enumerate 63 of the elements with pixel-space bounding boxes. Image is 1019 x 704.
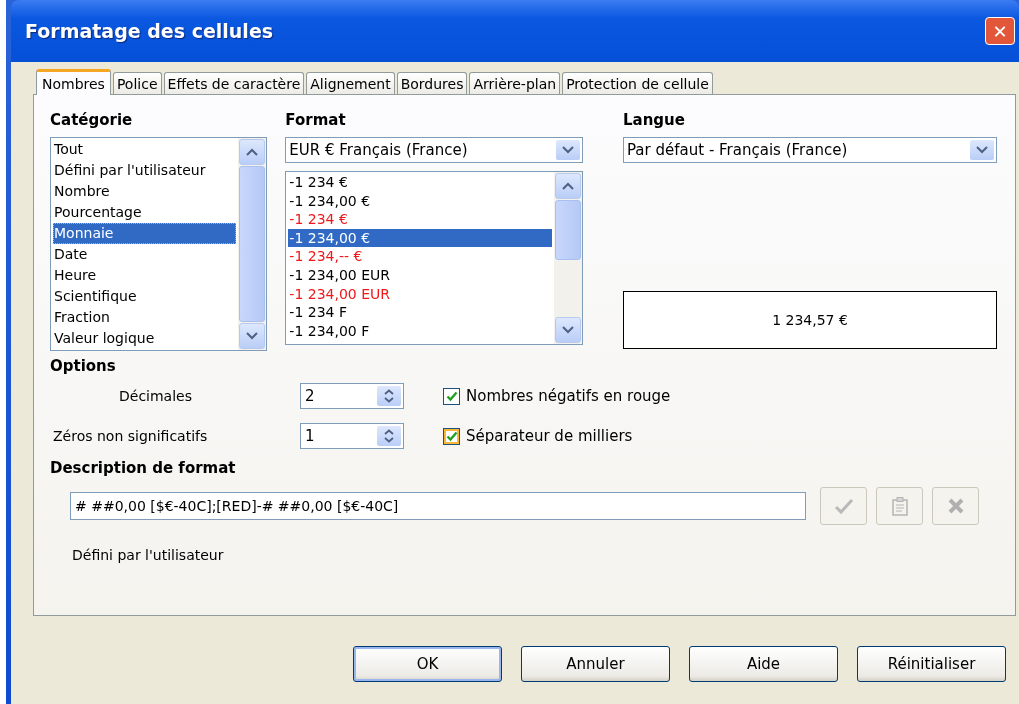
category-list[interactable]: Tout Défini par l'utilisateur Nombre Pourcentage Monnaie Date Heure Scientifique Fraction Valeur logique: [50, 137, 268, 351]
close-button[interactable]: ✕: [985, 17, 1015, 45]
decimals-spin-field[interactable]: 2: [300, 383, 404, 409]
spin-arrows-icon[interactable]: [377, 386, 401, 406]
list-item[interactable]: -1 234 €: [288, 173, 552, 192]
tab[interactable]: Nombres: [36, 69, 111, 95]
clipboard-icon: [890, 496, 909, 516]
checkbox[interactable]: [443, 387, 460, 405]
tab[interactable]: Police: [112, 72, 162, 94]
scroll-up-icon[interactable]: [239, 139, 266, 165]
checkbox-label: Nombres négatifs en rouge: [466, 387, 671, 405]
leading-zeros-spin-field[interactable]: 1: [300, 423, 404, 449]
format-list[interactable]: -1 234 € -1 234,00 € -1 234 € -1 234,00 € -1 234,-- € -1 234,00 EUR -1 234,00 EUR -1 234 F -1 234,00 F: [285, 171, 583, 345]
list-item[interactable]: Pourcentage: [53, 202, 237, 223]
list-item[interactable]: Date: [53, 244, 237, 265]
list-item[interactable]: -1 234,-- €: [288, 247, 552, 266]
section-label: Langue: [623, 111, 686, 131]
checkmark-icon: [832, 497, 855, 515]
delete-icon: [946, 497, 965, 515]
list-item[interactable]: Valeur logique: [53, 328, 237, 349]
tab[interactable]: Protection de cellule: [562, 72, 713, 94]
tab[interactable]: Alignement: [306, 72, 395, 94]
scroll-down-icon[interactable]: [555, 317, 581, 343]
list-item[interactable]: -1 234,00 F: [288, 321, 552, 341]
scroll-down-icon[interactable]: [239, 323, 266, 349]
checkbox[interactable]: [443, 427, 460, 445]
window-title: Formatage des cellules: [25, 20, 274, 42]
list-item[interactable]: Défini par l'utilisateur: [53, 160, 237, 181]
list-item[interactable]: -1 234,00 €: [288, 191, 552, 211]
tab[interactable]: Bordures: [396, 72, 468, 94]
list-item[interactable]: Fraction: [53, 307, 237, 328]
section-label: Catégorie: [50, 111, 134, 131]
preview-box: 1 234,57 €: [623, 291, 997, 349]
dialog-button[interactable]: OK: [353, 646, 502, 682]
dialog-button[interactable]: Aide: [689, 646, 838, 682]
format-comment: Défini par l'utilisateur: [72, 547, 225, 563]
list-item[interactable]: Tout: [53, 139, 237, 160]
field-label: Zéros non significatifs: [52, 428, 208, 444]
tab[interactable]: Arrière-plan: [469, 72, 561, 94]
list-item[interactable]: Heure: [53, 265, 237, 286]
tab[interactable]: Effets de caractère: [163, 72, 305, 94]
language-dropdown[interactable]: Par défaut - Français (France): [623, 137, 997, 163]
list-item[interactable]: -1 234 €: [288, 210, 552, 229]
checkbox-label: Séparateur de milliers: [466, 427, 633, 445]
section-label: Options: [50, 357, 117, 377]
dialog-button[interactable]: Réinitialiser: [857, 646, 1006, 682]
currency-dropdown[interactable]: EUR € Français (France): [285, 137, 583, 163]
dialog-button[interactable]: Annuler: [521, 646, 670, 682]
field-label: Décimales: [118, 388, 192, 404]
section-label: Description de format: [50, 459, 237, 479]
list-item[interactable]: -1 234,00 EUR: [288, 265, 552, 285]
list-item[interactable]: Nombre: [53, 181, 237, 202]
list-item[interactable]: Scientifique: [53, 286, 237, 307]
section-label: Format: [285, 111, 347, 131]
scroll-up-icon[interactable]: [555, 173, 581, 199]
format-code-field[interactable]: # ##0,00 [$€-40C];[RED]-# ##0,00 [$€-40C]: [70, 492, 806, 520]
list-item[interactable]: Monnaie: [53, 223, 237, 244]
list-item[interactable]: -1 234,00 €: [288, 228, 552, 248]
list-item[interactable]: -1 234 F: [288, 303, 552, 322]
spin-arrows-icon[interactable]: [377, 426, 401, 446]
list-item[interactable]: -1 234,00 EUR: [288, 284, 552, 304]
scrollbar[interactable]: [554, 172, 582, 344]
scrollbar[interactable]: [238, 138, 267, 350]
